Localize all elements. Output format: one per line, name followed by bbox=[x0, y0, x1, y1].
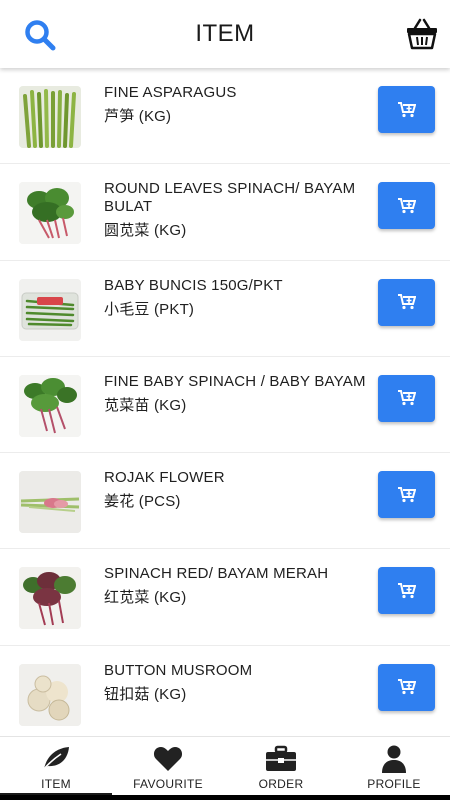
nav-label: PROFILE bbox=[367, 777, 421, 791]
item-image-asparagus bbox=[19, 86, 81, 148]
add-to-cart-icon bbox=[397, 486, 416, 502]
list-item[interactable]: BABY BUNCIS 150G/PKT 小毛豆 (PKT) bbox=[0, 261, 450, 357]
item-subtitle: 芦笋 (KG) bbox=[104, 108, 172, 125]
add-to-cart-button[interactable] bbox=[378, 182, 435, 230]
add-to-cart-button[interactable] bbox=[378, 471, 435, 519]
add-to-cart-icon bbox=[397, 197, 416, 213]
list-item[interactable]: ROJAK FLOWER 姜花 (PCS) bbox=[0, 453, 450, 550]
item-subtitle: 苋菜苗 (KG) bbox=[104, 396, 187, 414]
item-name: SPINACH RED/ BAYAM MERAH 红苋菜 (KG) bbox=[104, 565, 372, 607]
add-to-cart-icon bbox=[397, 679, 416, 695]
list-item[interactable]: BUTTON MUSROOM 钮扣菇 (KG) bbox=[0, 646, 450, 736]
item-subtitle: 红苋菜 (KG) bbox=[104, 589, 187, 607]
page-title: ITEM bbox=[195, 20, 255, 47]
heart-icon bbox=[153, 747, 183, 771]
item-name: FINE BABY SPINACH / BABY BAYAM 苋菜苗 (KG) bbox=[104, 373, 372, 415]
item-name: FINE ASPARAGUS 芦笋 (KG) bbox=[104, 84, 372, 126]
nav-item-item[interactable]: ITEM bbox=[0, 737, 112, 800]
briefcase-icon bbox=[266, 745, 296, 771]
add-to-cart-button[interactable] bbox=[378, 663, 435, 711]
app-header: ITEM bbox=[0, 0, 450, 68]
add-to-cart-icon bbox=[397, 101, 416, 117]
item-name: ROJAK FLOWER 姜花 (PCS) bbox=[104, 469, 372, 511]
add-to-cart-icon bbox=[397, 390, 416, 406]
item-name: ROUND LEAVES SPINACH/ BAYAM BULAT 圆苋菜 (K… bbox=[104, 180, 372, 240]
item-image-mushroom bbox=[19, 663, 81, 726]
nav-label: ITEM bbox=[41, 777, 71, 791]
list-item[interactable]: FINE ASPARAGUS 芦笋 (KG) bbox=[0, 68, 450, 165]
add-to-cart-icon bbox=[397, 582, 416, 599]
basket-button[interactable] bbox=[406, 16, 438, 50]
item-list[interactable]: FINE ASPARAGUS 芦笋 (KG) ROUND LEAVES SPIN… bbox=[0, 68, 450, 736]
leaf-icon bbox=[42, 747, 69, 771]
item-subtitle: 姜花 (PCS) bbox=[104, 493, 181, 511]
item-image-red-spinach bbox=[19, 567, 81, 630]
list-item[interactable]: ROUND LEAVES SPINACH/ BAYAM BULAT 圆苋菜 (K… bbox=[0, 164, 450, 261]
nav-label: FAVOURITE bbox=[133, 777, 203, 791]
nav-item-profile[interactable]: PROFILE bbox=[338, 737, 450, 800]
item-subtitle: 钮扣菇 (KG) bbox=[104, 685, 187, 703]
item-subtitle: 小毛豆 (PKT) bbox=[104, 300, 195, 318]
list-item[interactable]: SPINACH RED/ BAYAM MERAH 红苋菜 (KG) bbox=[0, 549, 450, 646]
add-to-cart-button[interactable] bbox=[378, 278, 435, 326]
item-name: BUTTON MUSROOM 钮扣菇 (KG) bbox=[104, 662, 372, 704]
nav-item-favourite[interactable]: FAVOURITE bbox=[112, 737, 224, 800]
item-image-ginger-flower bbox=[19, 471, 81, 534]
basket-icon bbox=[407, 18, 437, 50]
add-to-cart-button[interactable] bbox=[378, 86, 435, 133]
nav-item-order[interactable]: ORDER bbox=[225, 737, 337, 800]
item-image-beans-pack bbox=[19, 278, 81, 341]
bottom-navigation: ITEM FAVOURITE ORDER PROFILE bbox=[0, 736, 450, 800]
nav-label: ORDER bbox=[258, 777, 304, 791]
item-subtitle: 圆苋菜 (KG) bbox=[104, 222, 187, 240]
add-to-cart-button[interactable] bbox=[378, 374, 435, 422]
system-bar bbox=[0, 795, 450, 800]
item-name: BABY BUNCIS 150G/PKT 小毛豆 (PKT) bbox=[104, 277, 372, 319]
list-item[interactable]: FINE BABY SPINACH / BABY BAYAM 苋菜苗 (KG) bbox=[0, 357, 450, 454]
add-to-cart-icon bbox=[397, 294, 416, 310]
add-to-cart-button[interactable] bbox=[378, 567, 435, 615]
item-image-spinach bbox=[19, 182, 81, 245]
item-image-baby-spinach bbox=[19, 374, 81, 437]
person-icon bbox=[382, 745, 406, 773]
